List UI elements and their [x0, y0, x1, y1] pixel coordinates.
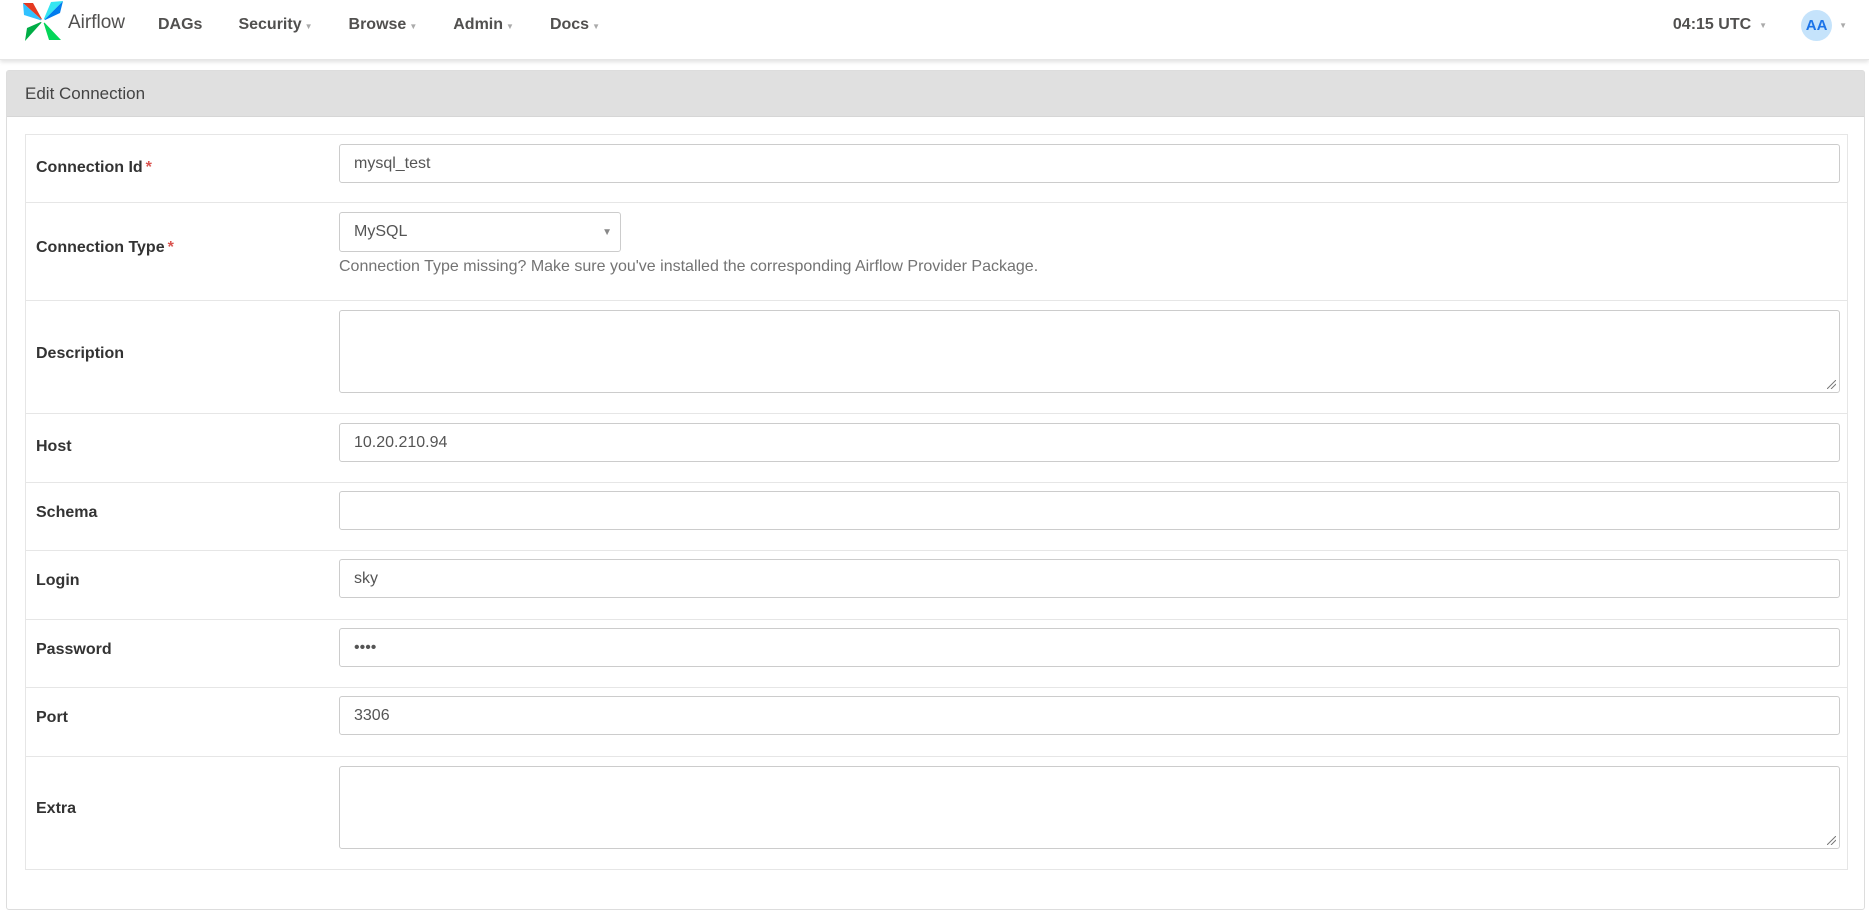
utc-clock-dropdown[interactable]: 04:15 UTC ▼ [1673, 16, 1767, 34]
conn-type-label: Connection Type * [36, 239, 174, 257]
form-row-port: Port 3306 [26, 688, 1847, 757]
connection-form: Connection Id * mysql_test Connection Typ… [25, 134, 1848, 870]
conn-id-label: Connection Id * [36, 159, 152, 177]
resize-handle-icon[interactable] [1827, 380, 1836, 389]
utc-clock-label: 04:15 UTC [1672, 16, 1752, 33]
schema-label: Schema [36, 504, 98, 521]
caret-down-icon: ▼ [602, 227, 612, 238]
brand-link[interactable]: Airflow [21, 0, 126, 47]
description-textarea[interactable] [339, 310, 1840, 393]
form-row-conn-id: Connection Id * mysql_test [26, 135, 1847, 203]
port-label: Port [36, 709, 68, 726]
conn-id-input[interactable]: mysql_test [339, 144, 1840, 183]
caret-down-icon: ▼ [1759, 20, 1768, 30]
nav-security-label: Security [238, 16, 302, 33]
form-row-description: Description [26, 301, 1847, 414]
form-row-password: Password •••• [26, 620, 1847, 688]
caret-down-icon: ▼ [1839, 20, 1847, 30]
caret-down-icon: ▼ [592, 21, 600, 31]
page-title: Edit Connection [7, 71, 1864, 117]
caret-down-icon: ▼ [304, 21, 313, 31]
form-row-schema: Schema [26, 483, 1847, 551]
login-label: Login [36, 572, 80, 589]
schema-input[interactable] [339, 491, 1840, 530]
avatar: AA [1801, 9, 1833, 41]
nav-admin[interactable]: Admin ▼ [453, 16, 514, 34]
caret-down-icon: ▼ [506, 21, 514, 31]
nav-dags-label: DAGs [158, 16, 203, 33]
brand-name: Airflow [68, 12, 126, 33]
password-input[interactable]: •••• [339, 628, 1840, 667]
nav-browse-label: Browse [348, 16, 407, 33]
resize-handle-icon[interactable] [1827, 836, 1836, 845]
nav-dags[interactable]: DAGs [158, 16, 202, 34]
caret-down-icon: ▼ [409, 21, 418, 31]
form-row-host: Host 10.20.210.94 [26, 414, 1847, 483]
port-input[interactable]: 3306 [339, 696, 1840, 735]
description-label: Description [36, 345, 125, 362]
airflow-logo-icon [21, 0, 65, 47]
required-mark: * [167, 239, 174, 256]
conn-id-label-text: Connection Id [36, 159, 143, 176]
extra-label: Extra [36, 800, 77, 817]
nav-security[interactable]: Security ▼ [238, 16, 312, 34]
nav-docs-label: Docs [549, 16, 590, 33]
login-input[interactable]: sky [339, 559, 1840, 598]
password-label: Password [36, 641, 112, 658]
conn-type-help-text: Connection Type missing? Make sure you'v… [339, 258, 1039, 275]
host-input[interactable]: 10.20.210.94 [339, 423, 1840, 462]
form-row-login: Login sky [26, 551, 1847, 620]
nav-right: 04:15 UTC ▼ AA ▼ [1673, 0, 1847, 50]
form-row-extra: Extra [26, 757, 1847, 869]
form-row-conn-type: Connection Type * MySQL ▼ Connection Type… [26, 203, 1847, 301]
host-label: Host [36, 438, 72, 455]
top-navbar: Airflow DAGs Security ▼ Browse ▼ Admin ▼… [0, 0, 1869, 60]
conn-type-label-text: Connection Type [36, 239, 165, 256]
conn-type-select[interactable]: MySQL ▼ [339, 212, 621, 252]
main-nav: DAGs Security ▼ Browse ▼ Admin ▼ Docs ▼ [158, 0, 636, 50]
extra-textarea[interactable] [339, 766, 1840, 849]
nav-admin-label: Admin [453, 16, 504, 33]
nav-browse[interactable]: Browse ▼ [349, 16, 418, 34]
edit-connection-panel: Edit Connection Connection Id * mysql_tes… [6, 70, 1865, 910]
required-mark: * [145, 159, 152, 176]
user-menu[interactable]: AA ▼ [1801, 9, 1847, 41]
nav-docs[interactable]: Docs ▼ [550, 16, 600, 34]
conn-type-selected: MySQL [354, 223, 408, 240]
